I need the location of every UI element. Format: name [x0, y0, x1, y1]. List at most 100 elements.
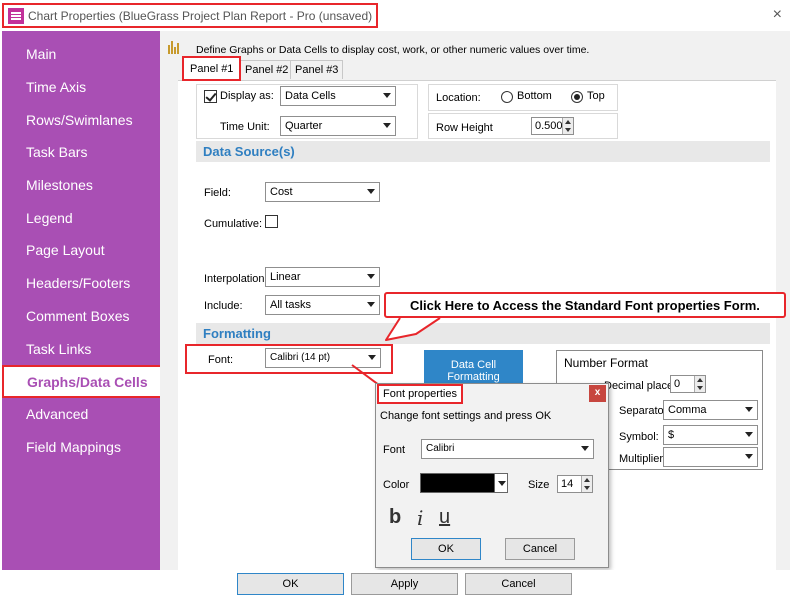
font-value: Calibri (14 pt) [270, 352, 331, 363]
window-title-highlight: Chart Properties (BlueGrass Project Plan… [2, 3, 379, 28]
symbol-label: Symbol: [619, 431, 659, 443]
display-as-select[interactable]: Data Cells [280, 86, 396, 106]
field-value: Cost [270, 186, 293, 198]
chevron-down-icon [368, 355, 376, 360]
popup-color-label: Color [383, 479, 410, 491]
chevron-down-icon [367, 274, 375, 279]
chevron-down-icon [745, 432, 753, 437]
row-height-spinner[interactable]: 0.500 [531, 117, 574, 135]
spinner-arrows-icon[interactable] [562, 118, 573, 134]
cumulative-checkbox[interactable] [265, 215, 278, 228]
popup-cancel-button[interactable]: Cancel [505, 538, 575, 560]
interpolation-select[interactable]: Linear [265, 267, 380, 287]
sidebar-item-graphs-data-cells[interactable]: Graphs/Data Cells [2, 365, 164, 398]
multiplier-label: Multiplier: [619, 453, 667, 465]
formatting-header: Formatting [196, 323, 770, 344]
chevron-down-icon [745, 407, 753, 412]
header-description: Define Graphs or Data Cells to display c… [196, 44, 590, 56]
separator-select[interactable]: Comma [663, 400, 758, 420]
cancel-button[interactable]: Cancel [465, 573, 572, 595]
location-top-radio[interactable] [571, 91, 583, 103]
sidebar-item-advanced[interactable]: Advanced [26, 406, 88, 422]
sidebar: Main Time Axis Rows/Swimlanes Task Bars … [2, 31, 160, 570]
italic-icon[interactable]: i [417, 506, 423, 530]
sidebar-item-field-mappings[interactable]: Field Mappings [26, 439, 121, 455]
number-format-title: Number Format [564, 356, 649, 370]
chevron-down-icon [367, 189, 375, 194]
decimal-places-value: 0 [674, 378, 681, 390]
chevron-down-icon [494, 473, 508, 493]
popup-close-icon[interactable]: x [589, 385, 606, 402]
sidebar-item-rows-swimlanes[interactable]: Rows/Swimlanes [26, 112, 133, 128]
chevron-down-icon [383, 123, 391, 128]
apply-button[interactable]: Apply [351, 573, 458, 595]
include-value: All tasks [270, 299, 311, 311]
sidebar-item-time-axis[interactable]: Time Axis [26, 79, 86, 95]
include-label: Include: [204, 300, 243, 312]
popup-size-value: 14 [561, 478, 574, 490]
popup-size-label: Size [528, 479, 550, 491]
data-cell-formatting-button[interactable]: Data Cell Formatting [424, 350, 523, 384]
data-source-header: Data Source(s) [196, 141, 770, 162]
data-source-title: Data Source(s) [203, 144, 295, 159]
sidebar-item-task-links[interactable]: Task Links [26, 341, 91, 357]
chevron-down-icon [367, 302, 375, 307]
tab-panel-2[interactable]: Panel #2 [240, 60, 294, 79]
time-unit-label: Time Unit: [220, 121, 270, 133]
ok-button[interactable]: OK [237, 573, 344, 595]
spinner-arrows-icon[interactable] [694, 376, 705, 392]
tab-panel-1[interactable]: Panel #1 [182, 56, 242, 81]
field-label: Field: [204, 187, 231, 199]
location-bottom-label: Bottom [517, 90, 552, 102]
sidebar-item-legend[interactable]: Legend [26, 210, 73, 226]
time-unit-select[interactable]: Quarter [280, 116, 396, 136]
bold-icon[interactable]: b [389, 506, 401, 529]
include-select[interactable]: All tasks [265, 295, 380, 315]
window-title: Chart Properties (BlueGrass Project Plan… [28, 9, 373, 23]
display-as-checkbox[interactable] [204, 90, 217, 103]
field-select[interactable]: Cost [265, 182, 380, 202]
popup-font-value: Calibri [426, 443, 455, 454]
underline-icon[interactable]: u [439, 506, 450, 529]
popup-color-picker[interactable] [420, 473, 508, 493]
sidebar-item-milestones[interactable]: Milestones [26, 177, 93, 193]
decimal-places-spinner[interactable]: 0 [670, 375, 706, 393]
app-icon [8, 8, 24, 24]
close-icon[interactable]: × [773, 6, 782, 24]
interpolation-label: Interpolation: [204, 273, 268, 285]
location-label: Location: [436, 92, 481, 104]
row-height-label: Row Height [436, 122, 493, 134]
location-bottom-radio[interactable] [501, 91, 513, 103]
chevron-down-icon [745, 454, 753, 459]
chevron-down-icon [581, 446, 589, 451]
row-height-value: 0.500 [535, 120, 563, 132]
chart-icon [168, 41, 181, 54]
sidebar-item-task-bars[interactable]: Task Bars [26, 144, 87, 160]
popup-font-select[interactable]: Calibri [421, 439, 594, 459]
popup-instruction: Change font settings and press OK [380, 410, 552, 422]
symbol-value: $ [668, 429, 675, 441]
sidebar-item-page-layout[interactable]: Page Layout [26, 242, 105, 258]
font-select[interactable]: Calibri (14 pt) [265, 348, 381, 368]
time-unit-value: Quarter [285, 120, 323, 132]
multiplier-select[interactable] [663, 447, 758, 467]
symbol-select[interactable]: $ [663, 425, 758, 445]
sidebar-item-comment-boxes[interactable]: Comment Boxes [26, 308, 129, 324]
display-as-value: Data Cells [285, 90, 336, 102]
tab-panel-3[interactable]: Panel #3 [290, 60, 344, 79]
display-as-label: Display as: [220, 90, 274, 102]
font-label: Font: [208, 354, 234, 366]
sidebar-item-main[interactable]: Main [26, 46, 56, 62]
popup-font-label: Font [383, 444, 406, 456]
spinner-arrows-icon[interactable] [581, 476, 592, 492]
separator-value: Comma [668, 404, 707, 416]
popup-size-spinner[interactable]: 14 [557, 475, 593, 493]
formatting-title: Formatting [203, 326, 271, 341]
popup-ok-button[interactable]: OK [411, 538, 481, 560]
sidebar-item-headers-footers[interactable]: Headers/Footers [26, 275, 130, 291]
callout-annotation: Click Here to Access the Standard Font p… [384, 292, 786, 318]
cumulative-label: Cumulative: [204, 218, 263, 230]
location-top-label: Top [587, 90, 605, 102]
sidebar-item-label: Graphs/Data Cells [27, 374, 148, 390]
chevron-down-icon [383, 93, 391, 98]
